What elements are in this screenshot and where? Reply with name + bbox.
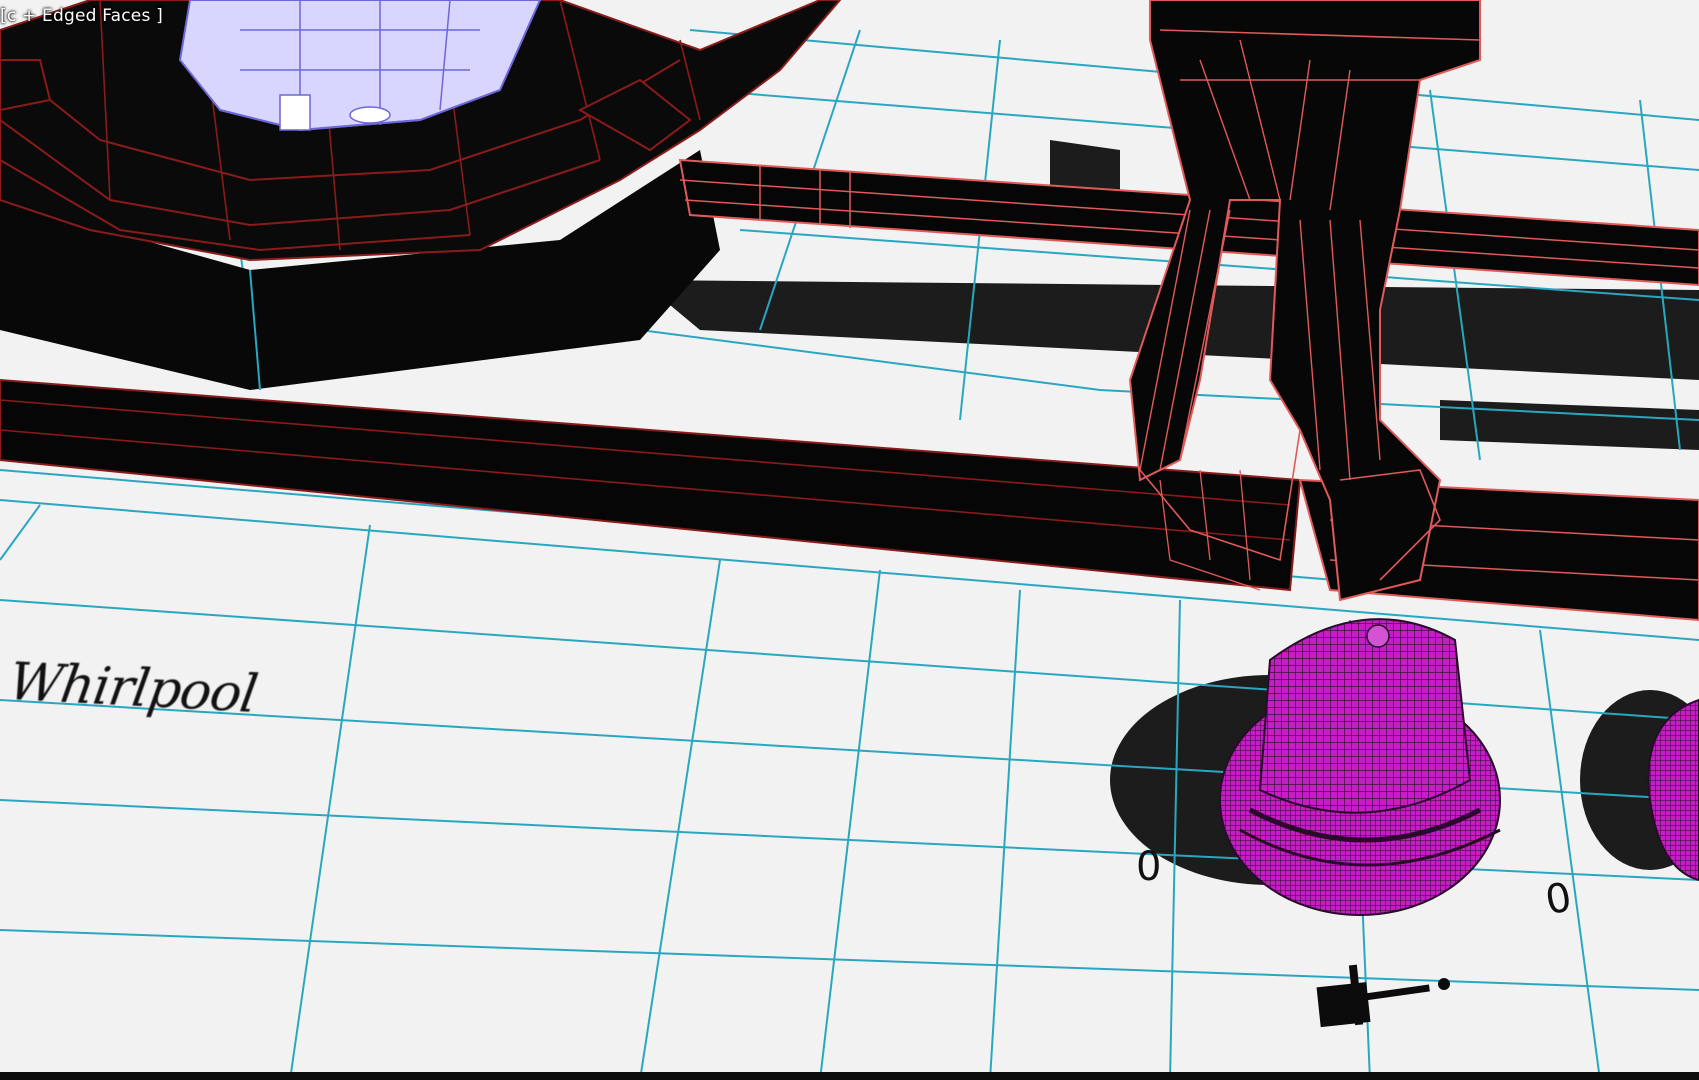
viewport-label[interactable]: [c + Edged Faces ] — [0, 6, 163, 26]
viewport-scene[interactable]: 0 0 — [0, 0, 1699, 1080]
3d-viewport[interactable]: 0 0 [c + Edged Faces ] Whirlpool — [0, 0, 1699, 1080]
viewport-border — [0, 1072, 1699, 1080]
dial-mark-zero-left: 0 — [1136, 844, 1161, 890]
brand-logo-decal: Whirlpool — [4, 652, 261, 725]
